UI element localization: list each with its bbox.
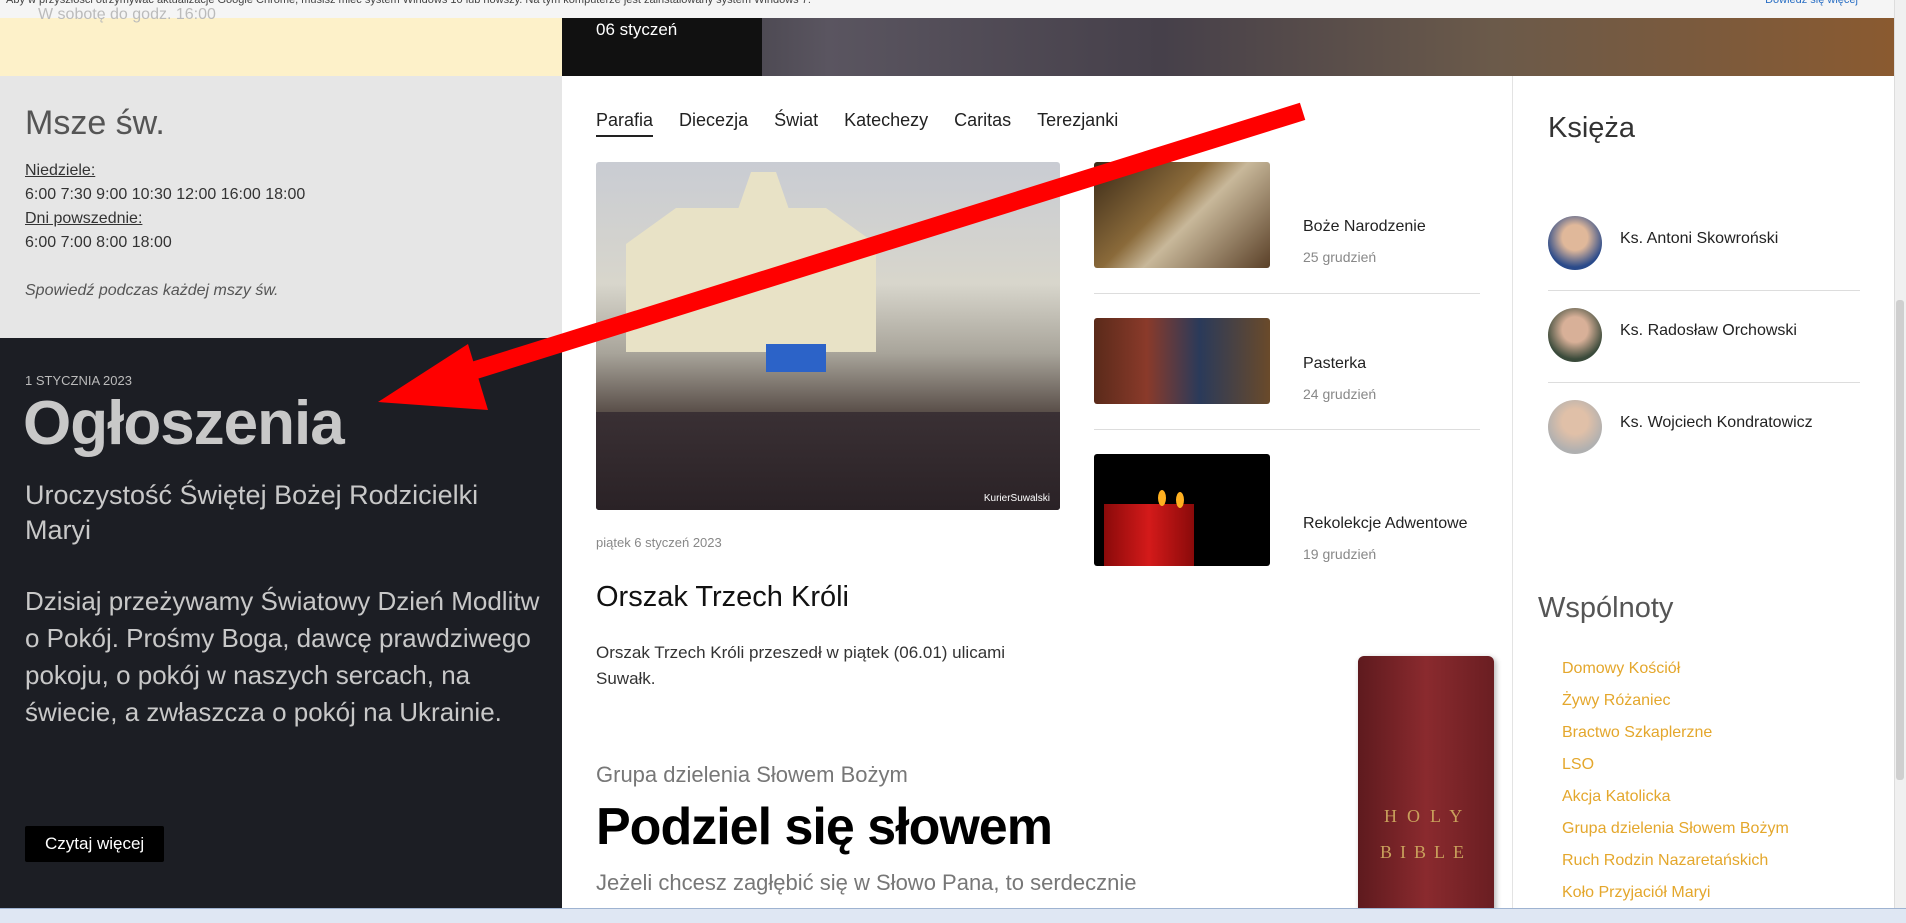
news-title[interactable]: Pasterka — [1303, 355, 1366, 373]
mass-schedule-title: Msze św. — [25, 104, 165, 142]
priest-name[interactable]: Ks. Wojciech Kondratowicz — [1620, 414, 1813, 432]
mass-schedule-panel: Msze św. Niedziele: 6:00 7:30 9:00 10:30… — [0, 76, 562, 338]
sunday-label: Niedziele: — [25, 162, 96, 179]
hero-slider[interactable]: 06 styczeń — [562, 18, 1894, 76]
flame-shape — [1176, 492, 1184, 508]
communities-title: Wspólnoty — [1538, 592, 1674, 624]
news-image-pasterka[interactable] — [1094, 318, 1270, 404]
announcement-date: 1 STYCZNIA 2023 — [25, 373, 132, 388]
tab-katechezy[interactable]: Katechezy — [844, 110, 928, 135]
os-taskbar — [0, 908, 1906, 923]
flame-shape — [1158, 490, 1166, 506]
news-image-boze-narodzenie[interactable] — [1094, 162, 1270, 268]
tab-parafia[interactable]: Parafia — [596, 110, 654, 137]
learn-more-link[interactable]: Dowiedz się więcej — [1765, 0, 1858, 8]
community-link[interactable]: Akcja Katolicka — [1562, 788, 1671, 806]
main-post-title[interactable]: Orszak Trzech Króli — [596, 581, 849, 614]
community-link[interactable]: Koło Przyjaciół Maryi — [1562, 884, 1710, 902]
bible-text-holy: HOLY — [1384, 806, 1473, 826]
sidebar-divider — [1512, 76, 1513, 922]
group-body: Jeżeli chcesz zagłębić się w Słowo Pana,… — [596, 870, 1137, 895]
avatar — [1548, 308, 1602, 362]
news-image-rekolekcje[interactable] — [1094, 454, 1270, 566]
priests-title: Księża — [1548, 112, 1636, 144]
bible-text-bible: BIBLE — [1380, 842, 1472, 862]
main-post-excerpt: Orszak Trzech Króli przeszedł w piątek (… — [596, 643, 1006, 688]
avatar — [1548, 400, 1602, 454]
priest-name[interactable]: Ks. Radosław Orchowski — [1620, 322, 1797, 340]
scrollbar-thumb[interactable] — [1896, 300, 1904, 780]
tab-diecezja[interactable]: Diecezja — [679, 110, 748, 135]
priest-divider — [1548, 382, 1860, 383]
announcement-body: Dzisiaj przeżywamy Światowy Dzień Modlit… — [25, 586, 540, 727]
news-date: 19 grudzień — [1303, 546, 1377, 562]
priest-name[interactable]: Ks. Antoni Skowroński — [1620, 230, 1778, 248]
read-more-button[interactable]: Czytaj więcej — [25, 826, 165, 862]
office-hours-panel: W sobotę do godz. 16:00 — [0, 6, 562, 76]
announcement-subtitle: Uroczystość Świętej Bożej Rodzicielki Ma… — [25, 480, 479, 545]
sunday-times: 6:00 7:30 9:00 10:30 12:00 16:00 18:00 — [25, 186, 306, 203]
group-title: Podziel się słowem — [596, 798, 1053, 856]
bible-image: HOLY BIBLE — [1358, 656, 1494, 922]
banner-shape — [766, 344, 826, 372]
news-tabs: Parafia Diecezja Świat Katechezy Caritas Tere… — [596, 110, 1144, 142]
news-date: 25 grudzień — [1303, 249, 1377, 265]
weekday-label: Dni powszednie: — [25, 210, 143, 227]
tab-swiat[interactable]: Świat — [774, 110, 818, 135]
avatar — [1548, 216, 1602, 270]
tab-caritas[interactable]: Caritas — [954, 110, 1011, 135]
priest-divider — [1548, 290, 1860, 291]
announcement-title[interactable]: Ogłoszenia — [23, 388, 345, 459]
main-post-date: piątek 6 styczeń 2023 — [596, 535, 722, 550]
news-title[interactable]: Rekolekcje Adwentowe — [1303, 515, 1468, 533]
community-link[interactable]: Bractwo Szkaplerzne — [1562, 724, 1712, 742]
announcement-panel: 1 STYCZNIA 2023 Ogłoszenia Uroczystość Ś… — [0, 338, 562, 922]
news-date: 24 grudzień — [1303, 386, 1377, 402]
community-link[interactable]: Ruch Rodzin Nazaretańskich — [1562, 852, 1768, 870]
candles-shape — [1104, 504, 1194, 566]
confession-note: Spowiedź podczas każdej mszy św. — [25, 282, 279, 299]
news-divider — [1094, 293, 1480, 294]
church-shape — [626, 172, 876, 352]
news-title[interactable]: Boże Narodzenie — [1303, 218, 1426, 236]
community-link[interactable]: Domowy Kościół — [1562, 660, 1680, 678]
tab-terezjanki[interactable]: Terezjanki — [1037, 110, 1118, 135]
browser-notification-bar: Aby w przyszłości otrzymywać aktualizacj… — [0, 0, 1906, 19]
image-watermark: KurierSuwalski — [983, 493, 1050, 504]
community-link[interactable]: Żywy Różaniec — [1562, 692, 1670, 710]
weekday-times: 6:00 7:00 8:00 18:00 — [25, 234, 172, 251]
hero-date: 06 styczeń — [596, 20, 678, 39]
office-hours-note: W sobotę do godz. 16:00 — [38, 6, 216, 23]
group-subtitle: Grupa dzielenia Słowem Bożym — [596, 762, 908, 787]
main-post-image[interactable]: KurierSuwalski — [596, 162, 1060, 510]
community-link[interactable]: Grupa dzielenia Słowem Bożym — [1562, 820, 1789, 838]
news-divider — [1094, 429, 1480, 430]
community-link[interactable]: LSO — [1562, 756, 1594, 774]
